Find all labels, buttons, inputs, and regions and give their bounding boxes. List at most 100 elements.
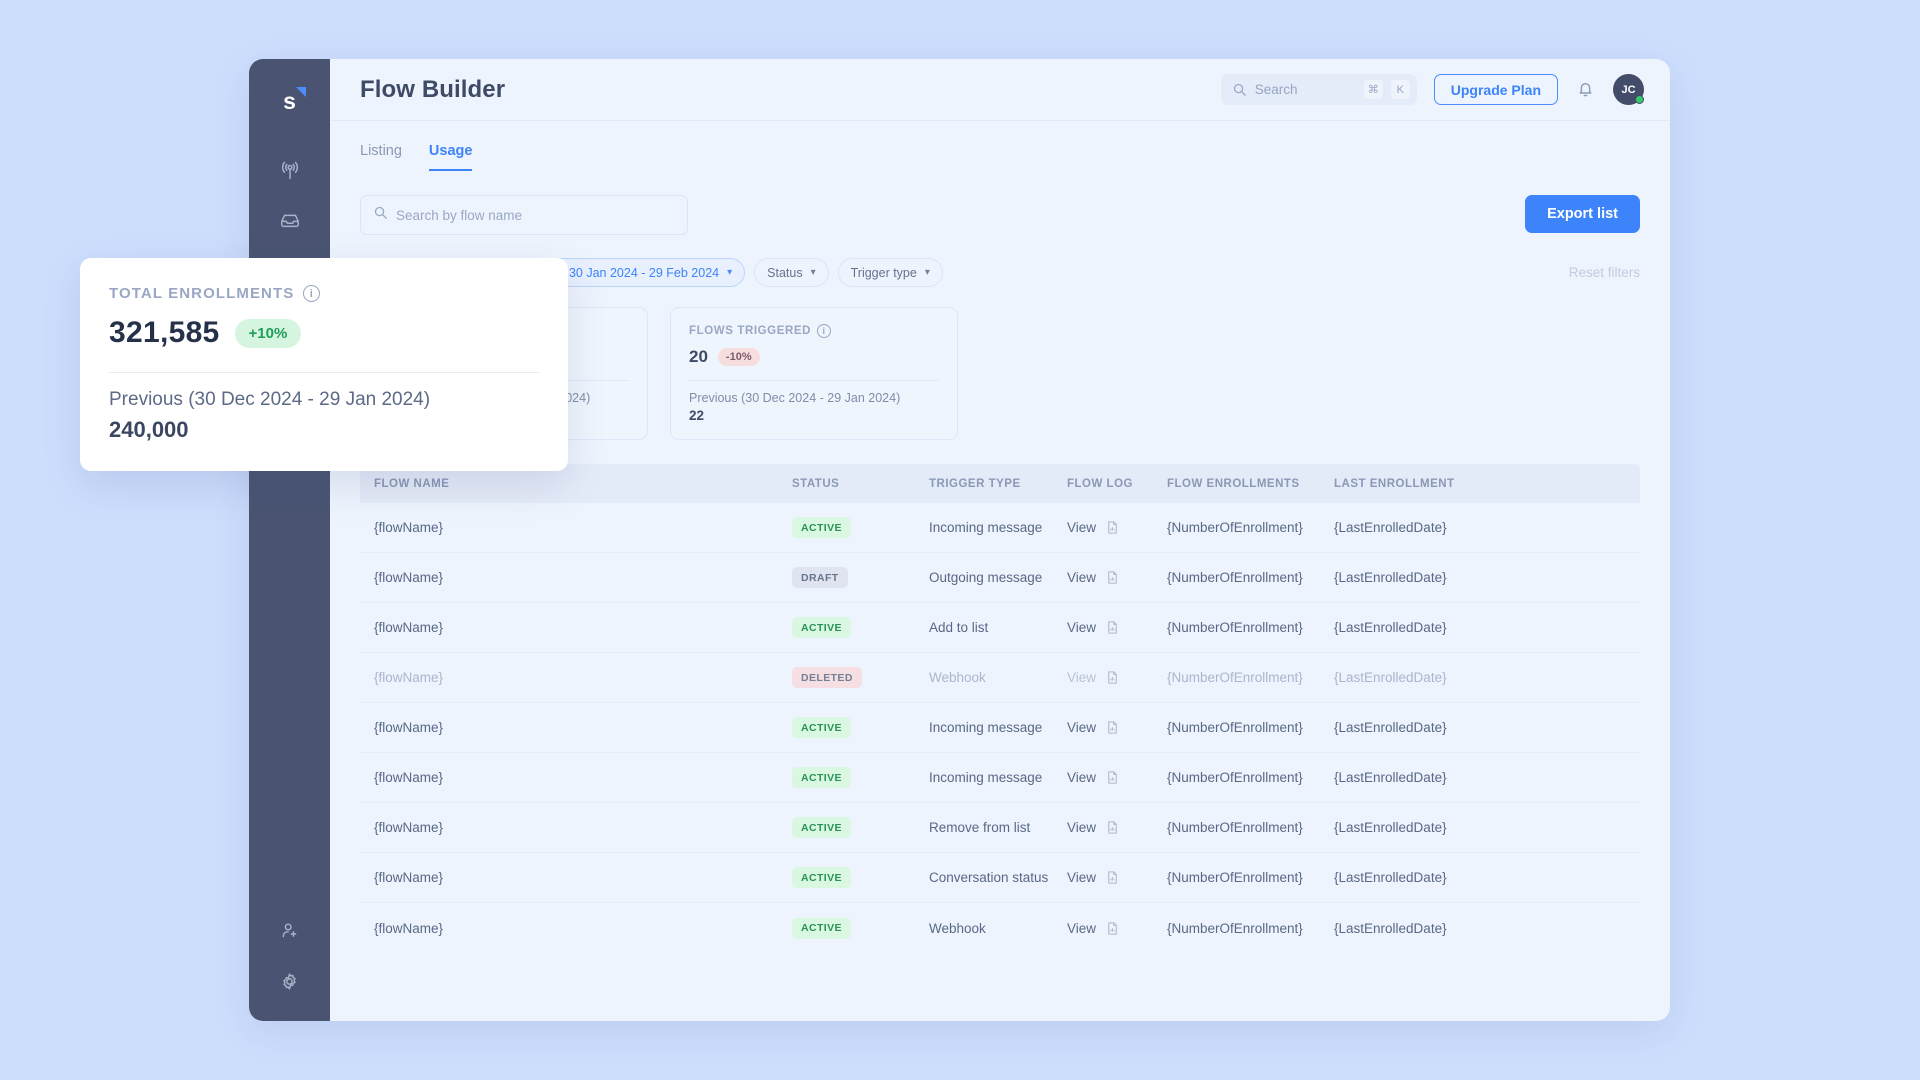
- table-row[interactable]: {flowName} ACTIVE Conversation status View {…: [360, 853, 1640, 903]
- cell-last-enrollment: {LastEnrolledDate}: [1334, 820, 1447, 835]
- cell-flow-name: {flowName}: [374, 870, 444, 885]
- view-log-link[interactable]: View: [1067, 820, 1096, 835]
- cell-flow-log: View: [1067, 719, 1167, 736]
- overlay-value: 321,585: [109, 316, 220, 349]
- overlay-previous-label: Previous (30 Dec 2024 - 29 Jan 2024): [109, 389, 431, 410]
- cell-trigger-type: Incoming message: [929, 770, 1043, 785]
- document-chart-icon[interactable]: [1105, 920, 1120, 937]
- info-icon[interactable]: i: [817, 324, 832, 338]
- cell-flow-enrollments: {NumberOfEnrollment}: [1167, 570, 1303, 585]
- cell-flow-log: View: [1067, 569, 1167, 586]
- document-chart-icon[interactable]: [1105, 669, 1120, 686]
- cell-flow-name: {flowName}: [374, 720, 444, 735]
- filter-trigger-type[interactable]: Trigger type ▾: [837, 258, 943, 287]
- tab-bar: Listing Usage: [330, 121, 1670, 171]
- tab-usage[interactable]: Usage: [428, 143, 473, 171]
- cell-flow-log: View: [1067, 869, 1167, 886]
- document-chart-icon[interactable]: [1105, 619, 1120, 636]
- sidebar-item-broadcast[interactable]: [267, 149, 312, 192]
- cell-trigger-type: Incoming message: [929, 720, 1043, 735]
- cell-flow-name: {flowName}: [374, 770, 444, 785]
- info-icon[interactable]: i: [303, 285, 321, 302]
- cell-flow-enrollments: {NumberOfEnrollment}: [1167, 720, 1303, 735]
- view-log-link[interactable]: View: [1067, 921, 1096, 936]
- cell-trigger-type: Incoming message: [929, 520, 1043, 535]
- sidebar-item-inbox[interactable]: [267, 198, 312, 241]
- tab-listing[interactable]: Listing: [360, 143, 402, 171]
- table-row[interactable]: {flowName} DELETED Webhook View {NumberOfEnr…: [360, 653, 1640, 703]
- cell-last-enrollment: {LastEnrolledDate}: [1334, 520, 1447, 535]
- logo-letter: s: [283, 87, 296, 114]
- avatar[interactable]: JC: [1613, 74, 1644, 105]
- table-row[interactable]: {flowName} ACTIVE Webhook View {NumberOfEnro…: [360, 903, 1640, 953]
- cell-last-enrollment: {LastEnrolledDate}: [1334, 720, 1447, 735]
- table-row[interactable]: {flowName} ACTIVE Incoming message View {Num…: [360, 753, 1640, 803]
- document-chart-icon[interactable]: [1105, 719, 1120, 736]
- upgrade-plan-button[interactable]: Upgrade Plan: [1433, 74, 1558, 105]
- overlay-delta-badge: +10%: [234, 318, 302, 348]
- cell-last-enrollment: {LastEnrolledDate}: [1334, 870, 1447, 885]
- cell-last-enrollment: {LastEnrolledDate}: [1334, 920, 1447, 936]
- view-log-link[interactable]: View: [1067, 670, 1096, 685]
- view-log-link[interactable]: View: [1067, 620, 1096, 635]
- document-chart-icon[interactable]: [1105, 819, 1120, 836]
- column-header-last-enrollment: LAST ENROLLMENT: [1334, 477, 1455, 490]
- table-row[interactable]: {flowName} DRAFT Outgoing message View {Numb…: [360, 553, 1640, 603]
- cell-trigger-type: Webhook: [929, 670, 986, 685]
- chevron-down-icon: ▾: [810, 267, 816, 278]
- global-search-input[interactable]: Search ⌘ K: [1220, 74, 1417, 105]
- sidebar-item-invite[interactable]: [267, 909, 312, 952]
- cell-flow-name: {flowName}: [374, 920, 444, 936]
- overlay-label: TOTAL ENROLLMENTS i: [109, 285, 539, 302]
- document-chart-icon[interactable]: [1105, 569, 1120, 586]
- flows-table: FLOW NAME STATUS TRIGGER TYPE FLOW LOG F…: [360, 464, 1640, 953]
- search-icon: [1232, 82, 1247, 97]
- flow-search-input[interactable]: Search by flow name: [360, 195, 688, 235]
- cell-last-enrollment: {LastEnrolledDate}: [1334, 670, 1447, 685]
- table-row[interactable]: {flowName} ACTIVE Incoming message View {Num…: [360, 703, 1640, 753]
- cell-flow-enrollments: {NumberOfEnrollment}: [1167, 870, 1303, 885]
- toolbar-row: Search by flow name Export list: [360, 195, 1640, 235]
- overlay-main: 321,585 +10%: [109, 316, 539, 350]
- view-log-link[interactable]: View: [1067, 520, 1096, 535]
- view-log-link[interactable]: View: [1067, 720, 1096, 735]
- online-status-dot: [1635, 95, 1644, 104]
- cell-status: ACTIVE: [792, 717, 929, 738]
- document-chart-icon[interactable]: [1105, 519, 1120, 536]
- cell-flow-enrollments: {NumberOfEnrollment}: [1167, 770, 1303, 785]
- stat-delta-badge: -10%: [717, 348, 760, 366]
- document-chart-icon[interactable]: [1105, 769, 1120, 786]
- overlay-label-text: TOTAL ENROLLMENTS: [109, 285, 295, 302]
- view-log-link[interactable]: View: [1067, 570, 1096, 585]
- cell-trigger-type: Outgoing message: [929, 570, 1043, 585]
- table-row[interactable]: {flowName} ACTIVE Incoming message View {Num…: [360, 503, 1640, 553]
- notifications-bell-icon[interactable]: [1575, 79, 1596, 100]
- cell-last-enrollment: {LastEnrolledDate}: [1334, 570, 1447, 585]
- filter-status[interactable]: Status ▾: [754, 258, 829, 287]
- kbd-k: K: [1390, 80, 1410, 99]
- table-row[interactable]: {flowName} ACTIVE Add to list View {NumberOf…: [360, 603, 1640, 653]
- column-header-flow-log: FLOW LOG: [1067, 477, 1133, 490]
- status-badge: ACTIVE: [792, 817, 851, 838]
- app-logo[interactable]: s: [270, 81, 310, 121]
- document-chart-icon[interactable]: [1105, 869, 1120, 886]
- view-log-link[interactable]: View: [1067, 870, 1096, 885]
- cell-flow-log: View: [1067, 769, 1167, 786]
- export-list-button[interactable]: Export list: [1525, 195, 1640, 233]
- topbar-actions: Search ⌘ K Upgrade Plan JC: [1220, 74, 1644, 105]
- reset-filters-button[interactable]: Reset filters: [1569, 265, 1640, 280]
- stat-label-text: FLOWS TRIGGERED: [689, 325, 812, 337]
- chevron-down-icon: ▾: [924, 267, 930, 278]
- divider: [109, 372, 539, 373]
- stat-card-flows-triggered: FLOWS TRIGGERED i 20 -10% Previous (30 D…: [670, 307, 958, 440]
- cell-status: ACTIVE: [792, 867, 929, 888]
- view-log-link[interactable]: View: [1067, 770, 1096, 785]
- status-badge: ACTIVE: [792, 517, 851, 538]
- status-badge: DELETED: [792, 667, 862, 688]
- table-row[interactable]: {flowName} ACTIVE Remove from list View {Num…: [360, 803, 1640, 853]
- status-badge: ACTIVE: [792, 717, 851, 738]
- sidebar-item-settings[interactable]: [267, 960, 312, 1003]
- cell-last-enrollment: {LastEnrolledDate}: [1334, 620, 1447, 635]
- cell-flow-enrollments: {NumberOfEnrollment}: [1167, 620, 1303, 635]
- sidebar-bottom-nav: [249, 909, 330, 1003]
